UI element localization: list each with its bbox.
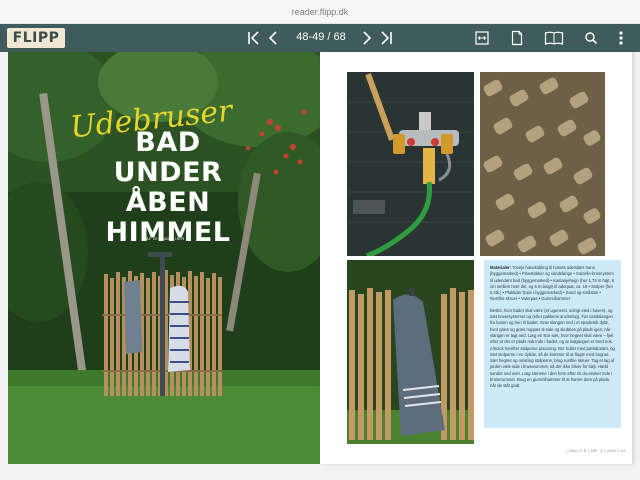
search-button[interactable] — [583, 28, 599, 48]
last-page-button[interactable] — [378, 28, 394, 48]
stone-floor-illustration — [480, 72, 605, 256]
fence-towel-photo — [347, 260, 474, 444]
article-byline: AF DIT NAVN HER — [146, 236, 185, 241]
more-icon — [619, 31, 623, 45]
fit-width-button[interactable] — [474, 28, 490, 48]
previous-page-icon — [268, 31, 277, 45]
previous-page-button[interactable] — [266, 28, 280, 48]
page-indicator: 48-49 / 68 — [296, 31, 346, 43]
title-line-3: HIMMEL — [105, 217, 231, 248]
search-icon — [585, 32, 598, 45]
materials-heading: Materialer: — [490, 265, 512, 270]
materials-text: Tovejs hanekobling til husets udendørs h… — [490, 265, 615, 302]
first-page-button[interactable] — [246, 28, 262, 48]
left-page[interactable]: Udebruser BAD UNDER ÅBEN HIMMEL AF DIT N… — [8, 52, 320, 464]
fence-towel-illustration — [347, 260, 474, 444]
last-page-icon — [381, 31, 392, 45]
tap-hose-illustration — [347, 72, 474, 256]
article-title: BAD UNDER ÅBEN HIMMEL — [68, 128, 268, 248]
materials-paragraph: Materialer: Tovejs hanekobling til huset… — [490, 265, 615, 303]
single-page-button[interactable] — [509, 28, 525, 48]
reader-toolbar: FLIPP 48-49 / 68 — [0, 24, 640, 52]
stone-floor-photo — [480, 72, 605, 256]
fit-width-icon — [475, 31, 489, 45]
right-page[interactable]: Materialer: Tovejs hanekobling til huset… — [320, 52, 632, 464]
reader-stage[interactable]: Udebruser BAD UNDER ÅBEN HIMMEL AF DIT N… — [0, 52, 640, 480]
next-page-button[interactable] — [360, 28, 374, 48]
title-line-2: UNDER ÅBEN — [113, 157, 223, 218]
spread-view-icon — [544, 31, 564, 45]
title-line-1: BAD — [135, 127, 201, 158]
address-bar[interactable]: reader.flipp.dk — [0, 0, 640, 24]
url-text: reader.flipp.dk — [291, 6, 349, 17]
single-page-icon — [511, 30, 523, 46]
first-page-icon — [248, 31, 259, 45]
spread-view-button[interactable] — [544, 28, 564, 48]
tap-hose-photo — [347, 72, 474, 256]
instructions-text: Beslut, hvor badet skal være (et ugenere… — [490, 307, 615, 389]
page-footer: | SALLY'S | NR. 4 | 2019 | 49 — [566, 448, 626, 453]
next-page-icon — [363, 31, 372, 45]
materials-infobox: Materialer: Tovejs hanekobling til huset… — [484, 260, 621, 428]
more-menu-button[interactable] — [616, 28, 626, 48]
flipp-logo[interactable]: FLIPP — [7, 28, 65, 48]
